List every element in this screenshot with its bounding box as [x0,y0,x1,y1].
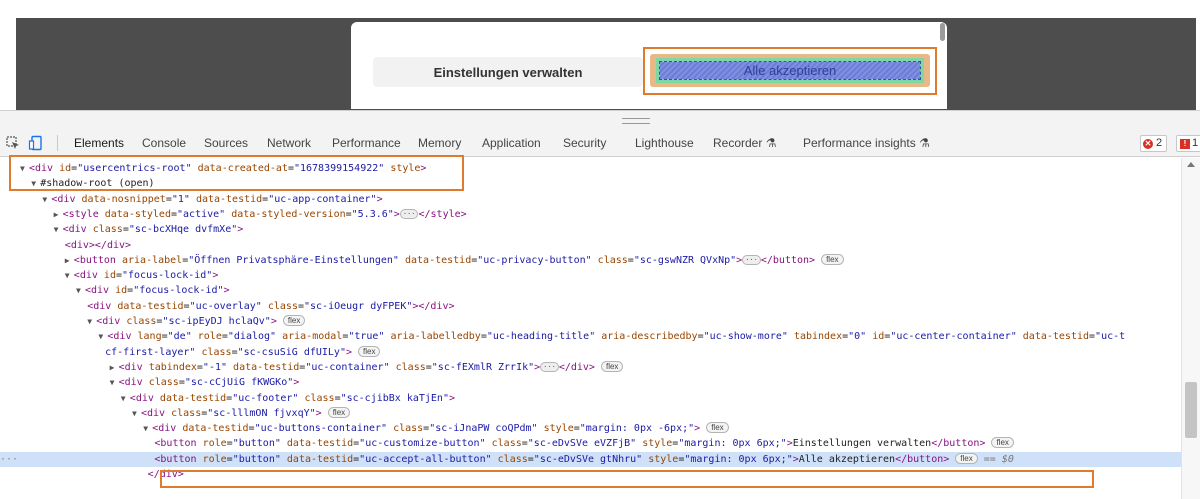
tab-recorder[interactable]: Recorder ⚗ [713,130,776,157]
devtools-splitter[interactable] [0,110,1200,130]
node-markup: <button aria-label="Öffnen Privatsphäre-… [74,253,844,266]
elements-tree[interactable]: ▼ <div id="usercentrics-root" data-create… [0,158,1181,499]
collapse-arrow-icon[interactable]: ▼ [143,421,152,436]
collapse-arrow-icon[interactable]: ▼ [132,406,141,421]
scroll-up-arrow-icon[interactable] [1187,162,1195,167]
node-menu-dots[interactable]: ··· [0,452,18,467]
issue-count: 1 [1192,137,1199,149]
node-markup: <button role="button" data-testid="uc-cu… [154,437,1014,449]
tree-line-selected[interactable]: ··· <button role="button" data-testid="uc… [0,451,1181,467]
error-count-badge[interactable]: ✕ 2 [1140,135,1168,152]
devtools-toolbar: Elements Console Sources Network Perform… [0,130,1200,157]
node-markup: cf-first-layer" class="sc-csuSiG dfUILy"… [105,345,381,358]
tab-application[interactable]: Application [482,130,541,157]
tree-line[interactable]: <div></div> [0,238,1181,253]
tree-line[interactable]: ▶ <div tabindex="-1" data-testid="uc-cont… [0,360,1181,375]
issue-icon: ! [1180,138,1190,149]
node-markup: <div></div> [64,239,132,251]
page-viewport: Einstellungen verwalten Alle akzeptieren [0,0,1200,128]
tree-line[interactable]: cf-first-layer" class="sc-csuSiG dfUILy"… [0,345,1181,360]
node-markup: <div data-testid="uc-footer" class="sc-c… [129,392,455,404]
dialog-scrollbar[interactable] [940,23,945,41]
accept-button-highlight [643,47,937,95]
tab-console[interactable]: Console [142,130,186,157]
issue-count-badge[interactable]: ! 1 [1176,135,1200,152]
tree-line[interactable]: <div data-testid="uc-overlay" class="sc-… [0,299,1181,314]
collapse-arrow-icon[interactable]: ▼ [121,391,130,406]
tab-performance-insights-label: Performance insights [803,136,916,150]
node-markup: <div tabindex="-1" data-testid="uc-conta… [119,360,624,373]
tab-recorder-label: Recorder [713,136,763,150]
tree-line[interactable]: ▼ <div lang="de" role="dialog" aria-modal… [0,329,1181,344]
tab-performance[interactable]: Performance [332,130,401,157]
node-markup: <div class="sc-lllmON fjvxqY"> flex [141,406,351,419]
device-toolbar-icon[interactable] [28,135,44,151]
tab-lighthouse[interactable]: Lighthouse [635,130,694,157]
tab-security[interactable]: Security [563,130,606,157]
collapse-arrow-icon[interactable]: ▼ [87,314,96,329]
selected-node-highlight [160,470,1094,488]
experiment-flask-icon: ⚗ [919,136,930,150]
tab-memory[interactable]: Memory [418,130,461,157]
tree-line[interactable]: <button role="button" data-testid="uc-cu… [0,436,1181,451]
tree-line[interactable]: ▼ <div class="sc-ipEyDJ hclaQv"> flex [0,314,1181,329]
tree-line[interactable]: ▶ <style data-styled="active" data-styled… [0,207,1181,222]
tree-line[interactable]: ▼ <div class="sc-bcXHqe dvfmXe"> [0,222,1181,237]
tree-scrollbar[interactable] [1181,158,1200,499]
tab-performance-insights[interactable]: Performance insights ⚗ [803,130,930,157]
expand-arrow-icon[interactable]: ▶ [54,207,63,222]
node-markup: <style data-styled="active" data-styled-… [62,208,467,220]
node-markup: <div lang="de" role="dialog" aria-modal=… [107,331,1126,343]
customize-button[interactable]: Einstellungen verwalten [373,57,643,87]
node-markup: <div class="sc-ipEyDJ hclaQv"> flex [96,315,306,327]
inspect-element-icon[interactable] [5,135,21,151]
tree-line[interactable]: ▼ <div data-nosnippet="1" data-testid="uc… [0,192,1181,207]
experiment-flask-icon: ⚗ [765,136,777,150]
scrollbar-thumb[interactable] [1185,382,1197,438]
tree-line[interactable]: ▼ <div data-testid="uc-buttons-container"… [0,421,1181,436]
expand-arrow-icon[interactable]: ▶ [110,360,119,375]
node-markup: <div id="focus-lock-id"> [73,270,219,282]
node-markup: <div class="sc-cCjUiG fKWGKo"> [118,377,300,389]
node-markup: <div data-nosnippet="1" data-testid="uc-… [51,193,383,205]
tree-line[interactable]: ▼ <div data-testid="uc-footer" class="sc-… [0,391,1181,406]
tree-line[interactable]: ▼ <div class="sc-lllmON fjvxqY"> flex [0,406,1181,421]
collapse-arrow-icon[interactable]: ▼ [110,375,119,390]
node-markup: <div data-testid="uc-buttons-container" … [152,422,729,434]
collapse-arrow-icon[interactable]: ▼ [54,222,63,237]
error-icon: ✕ [1143,138,1153,149]
tree-line[interactable]: ▼ <div id="focus-lock-id"> [0,283,1181,298]
node-markup: <button role="button" data-testid="uc-ac… [154,452,1014,465]
tab-elements[interactable]: Elements [74,130,125,157]
toolbar-divider [57,135,58,151]
node-markup: <div id="focus-lock-id"> [85,285,230,297]
tab-sources[interactable]: Sources [204,130,248,157]
tree-line[interactable]: ▶ <button aria-label="Öffnen Privatsphäre… [0,253,1181,268]
collapse-arrow-icon[interactable]: ▼ [76,283,85,298]
root-node-highlight [9,155,464,191]
collapse-arrow-icon[interactable]: ▼ [65,268,74,283]
tree-line[interactable]: ▼ <div class="sc-cCjUiG fKWGKo"> [0,375,1181,390]
error-count: 2 [1156,137,1163,149]
expand-arrow-icon[interactable]: ▶ [65,253,74,268]
tree-line[interactable]: ▼ <div id="focus-lock-id"> [0,268,1181,283]
node-markup: <div class="sc-bcXHqe dvfmXe"> [62,224,244,236]
node-markup: <div data-testid="uc-overlay" class="sc-… [87,300,455,312]
tab-network[interactable]: Network [267,130,311,157]
splitter-grip-icon[interactable] [622,118,650,124]
